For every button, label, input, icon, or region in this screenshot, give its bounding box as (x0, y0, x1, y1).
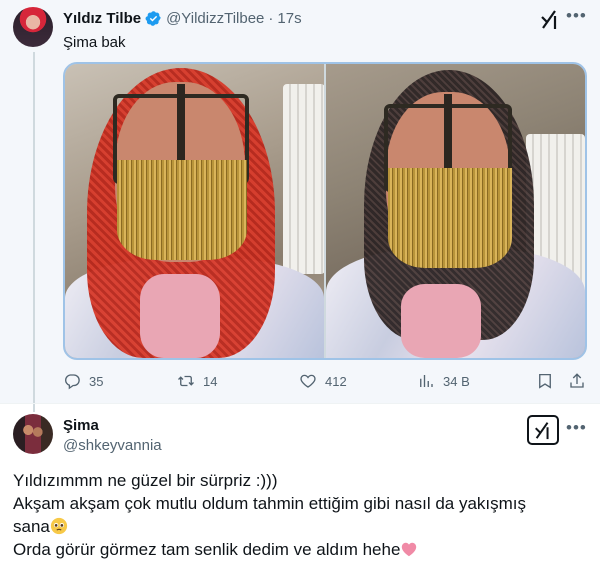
grok-icon (535, 422, 549, 440)
tweet-actions: 35 14 412 34 B (63, 372, 589, 392)
pink-heart-emoji-icon (402, 542, 417, 557)
like-count: 412 (325, 373, 347, 389)
views-button[interactable]: 34 B (417, 372, 470, 390)
thread-connector-line (33, 52, 35, 412)
tweet-header: Yıldız Tilbe @YildizzTilbee · 17s (63, 10, 302, 27)
reply-line-4: Orda görür görmez tam senlik dedim ve al… (13, 540, 401, 559)
analytics-icon (420, 375, 433, 387)
reply-count: 35 (89, 373, 104, 389)
photo-2[interactable] (326, 64, 585, 358)
bookmark-button[interactable] (536, 372, 562, 390)
author-handle[interactable]: @YildizzTilbee (166, 10, 264, 27)
bookmark-icon (539, 373, 551, 389)
more-options-icon[interactable]: ••• (566, 418, 587, 438)
author-name[interactable]: Yıldız Tilbe (63, 10, 141, 27)
share-button[interactable] (568, 372, 594, 390)
retweet-button[interactable]: 14 (177, 372, 217, 390)
grok-button[interactable] (527, 415, 559, 445)
views-count: 34 B (443, 373, 470, 389)
reply-line-3-wrap: sana (13, 515, 588, 538)
media-grid[interactable] (63, 62, 587, 360)
reply-icon (65, 374, 80, 390)
share-icon (570, 373, 584, 388)
reply-author-avatar[interactable] (13, 414, 53, 454)
reply-author-name[interactable]: Şima (63, 417, 99, 434)
reply-text: Yıldızımmm ne güzel bir sürpriz :))) Akş… (13, 469, 588, 561)
author-avatar[interactable] (13, 7, 53, 47)
tweet-text: Şima bak (63, 34, 126, 51)
pleading-face-emoji-icon (50, 517, 67, 535)
separator-dot: · (268, 10, 274, 27)
heart-icon (300, 374, 316, 388)
original-tweet[interactable]: Yıldız Tilbe @YildizzTilbee · 17s ••• Şi… (0, 0, 600, 412)
retweet-icon (178, 375, 194, 387)
grok-icon[interactable] (541, 8, 559, 30)
more-options-icon[interactable]: ••• (566, 6, 587, 26)
reply-line-4-wrap: Orda görür görmez tam senlik dedim ve al… (13, 538, 588, 561)
verified-badge-icon (145, 11, 161, 26)
photo-1[interactable] (65, 64, 324, 358)
reply-line-1: Yıldızımmm ne güzel bir sürpriz :))) (13, 471, 278, 490)
reply-author-handle[interactable]: @shkeyvannia (63, 437, 162, 454)
like-button[interactable]: 412 (299, 372, 347, 390)
reply-button[interactable]: 35 (63, 372, 103, 390)
reply-line-2: Akşam akşam çok mutlu oldum tahmin ettiğ… (13, 494, 527, 513)
tweet-divider (0, 403, 600, 404)
retweet-count: 14 (203, 373, 218, 389)
reply-line-3: sana (13, 517, 50, 536)
tweet-timestamp[interactable]: 17s (277, 10, 301, 27)
